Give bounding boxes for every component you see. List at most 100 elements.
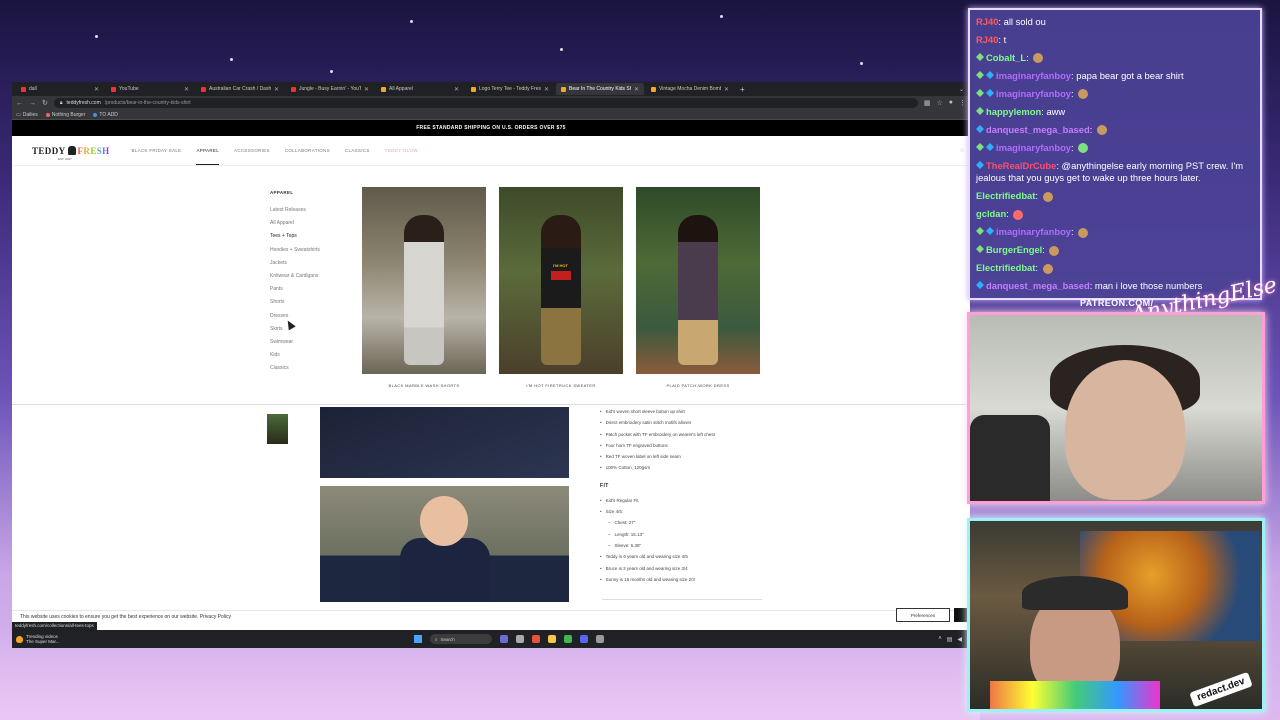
nav-classics[interactable]: CLASSICS: [345, 148, 370, 153]
nav-accessories[interactable]: ACCESSORIES: [234, 148, 270, 153]
stream-chat: RJ40: all sold ou RJ40: t Cobalt_L: imag…: [968, 8, 1262, 300]
model-figure: I'M HOT: [541, 215, 581, 365]
menu-item-dresses[interactable]: Dresses: [270, 313, 320, 326]
apparel-menu-list: APPAREL Latest Releases All Apparel Tees…: [270, 190, 320, 378]
tab-0[interactable]: dall ✕: [16, 83, 104, 95]
tab-4[interactable]: All Apparel ✕: [376, 83, 464, 95]
apparel-mega-menu: APPAREL Latest Releases All Apparel Tees…: [12, 167, 970, 405]
featured-product-card[interactable]: I'M HOT I'M HOT FIRETRUCK SWEATER: [499, 187, 623, 388]
menu-item-pants[interactable]: Pants: [270, 286, 320, 299]
reload-icon[interactable]: ↻: [42, 99, 48, 107]
news-widget[interactable]: Trending videos The Super Mar...: [16, 634, 60, 644]
close-icon[interactable]: ✕: [94, 86, 99, 93]
new-tab-button[interactable]: +: [736, 85, 749, 94]
extensions-icon[interactable]: ▦: [924, 99, 931, 107]
widgets-icon[interactable]: [500, 635, 508, 643]
back-icon[interactable]: ←: [16, 100, 23, 107]
settings-icon[interactable]: [596, 635, 604, 643]
emote-icon: [1078, 143, 1089, 154]
featured-product-card[interactable]: PLAID PATCH-WORK DRESS: [636, 187, 760, 388]
chair-graphic: [970, 415, 1050, 501]
webcam-2: redact.dev: [967, 518, 1265, 712]
nav-black-friday[interactable]: BLACK FRIDAY SALE: [132, 148, 182, 153]
nav-teddy-glow[interactable]: TEDDY GLOW: [385, 148, 418, 153]
fit-subitem: Sleeve: 5.38": [600, 543, 715, 554]
teddy-fresh-logo[interactable]: TEDDY FRESH: [32, 146, 110, 156]
menu-item-jackets[interactable]: Jackets: [270, 260, 320, 273]
chat-message: gcldan:: [976, 208, 1254, 221]
forward-icon[interactable]: →: [29, 100, 36, 107]
teddy-fresh-icon: [561, 86, 566, 92]
product-thumbnail[interactable]: [267, 414, 288, 444]
menu-item-latest-releases[interactable]: Latest Releases: [270, 207, 320, 220]
volume-icon[interactable]: ◀: [957, 636, 962, 643]
menu-item-knitwear[interactable]: Knitwear & Cardigans: [270, 273, 320, 286]
menu-item-hoodies[interactable]: Hoodies + Sweatshirts: [270, 247, 320, 260]
product-gallery-image[interactable]: [320, 486, 569, 602]
lock-icon: 🔒︎: [59, 100, 63, 106]
taskbar-apps: ⌕ Search: [414, 634, 604, 644]
tab-1[interactable]: YouTube ✕: [106, 83, 194, 95]
close-icon[interactable]: ✕: [184, 86, 189, 93]
network-icon[interactable]: ▤: [947, 636, 953, 643]
star-icon[interactable]: ☆: [936, 99, 942, 107]
chat-message: imaginaryfanboy:: [976, 226, 1254, 239]
close-icon[interactable]: ✕: [724, 86, 729, 93]
chat-message: Cobalt_L:: [976, 52, 1254, 65]
teddy-fresh-icon: [651, 86, 656, 92]
menu-item-classics[interactable]: Classics: [270, 365, 320, 378]
featured-product-card[interactable]: BLACK MARBLE WASH SHORTS: [362, 187, 486, 388]
task-view-icon[interactable]: [516, 635, 524, 643]
mod-badge-icon: [986, 88, 994, 97]
close-icon[interactable]: ✕: [544, 86, 549, 93]
chat-message: RJ40: t: [976, 33, 1007, 45]
menu-item-all-apparel[interactable]: All Apparel: [270, 220, 320, 233]
menu-item-shorts[interactable]: Shorts: [270, 299, 320, 312]
menu-item-swimwear[interactable]: Swimwear: [270, 339, 320, 352]
tab-7[interactable]: Vintage Mocha Denim Bomber ✕: [646, 83, 734, 95]
file-explorer-icon[interactable]: [548, 635, 556, 643]
menu-item-skirts[interactable]: Skirts: [270, 326, 320, 339]
close-icon[interactable]: ✕: [364, 86, 369, 93]
nav-collaborations[interactable]: COLLABORATIONS: [285, 148, 330, 153]
chrome-icon[interactable]: [532, 635, 540, 643]
menu-item-tees-tops[interactable]: Tees + Tops: [270, 233, 320, 246]
menu-item-kids[interactable]: Kids: [270, 352, 320, 365]
mod-badge-icon: [986, 70, 994, 79]
shirt-print-text: I'M HOT: [553, 263, 568, 268]
tab-5[interactable]: Logo Terry Tee - Teddy Fresh ✕: [466, 83, 554, 95]
product-image: I'M HOT: [499, 187, 623, 374]
app-icon[interactable]: [564, 635, 572, 643]
close-icon[interactable]: ✕: [274, 86, 279, 93]
cookie-preferences-button[interactable]: Preferences: [896, 608, 950, 622]
detail-item: Kid's woven short sleeve button up shirt: [600, 409, 715, 420]
bookmark-dailies[interactable]: ▭ Dailies: [16, 112, 38, 118]
folder-icon: ▭: [16, 111, 21, 118]
close-icon[interactable]: ✕: [634, 86, 639, 93]
emote-icon: [1049, 245, 1060, 256]
sub-badge-icon: [976, 142, 984, 151]
account-icon[interactable]: ◌: [960, 148, 964, 154]
sub-badge-icon: [976, 53, 984, 61]
tab-2[interactable]: Australian Car Crash / Dash Ca✕: [196, 83, 284, 95]
product-image: [636, 187, 760, 374]
chevron-up-icon[interactable]: ˄: [938, 636, 942, 643]
fit-item: Sunny is 16 months old and wearing size …: [600, 577, 715, 588]
taskbar-search[interactable]: ⌕ Search: [430, 634, 492, 644]
profile-icon[interactable]: ●: [949, 99, 953, 107]
url-input[interactable]: 🔒︎ teddyfresh.com/products/bear-in-the-c…: [53, 98, 918, 108]
bookmark-to-add[interactable]: TO ADD: [93, 112, 118, 118]
bookmark-nothing-burger[interactable]: Nothing Burger: [45, 112, 85, 118]
mod-badge-icon: [976, 160, 984, 169]
tab-3[interactable]: Jungle - Busy Earnin' - YouTube✕: [286, 83, 374, 95]
product-gallery-image[interactable]: [320, 407, 569, 478]
menu-icon[interactable]: ⋮: [959, 99, 966, 107]
emote-icon: [1042, 191, 1053, 202]
sub-badge-icon: [976, 70, 984, 79]
close-icon[interactable]: ✕: [454, 86, 459, 93]
nav-apparel[interactable]: APPAREL: [196, 148, 219, 165]
tab-6[interactable]: Bear In The Country Kids Shirt ✕: [556, 83, 644, 95]
windows-start-icon[interactable]: [414, 635, 422, 643]
discord-icon[interactable]: [580, 635, 588, 643]
product-caption: PLAID PATCH-WORK DRESS: [666, 383, 730, 388]
